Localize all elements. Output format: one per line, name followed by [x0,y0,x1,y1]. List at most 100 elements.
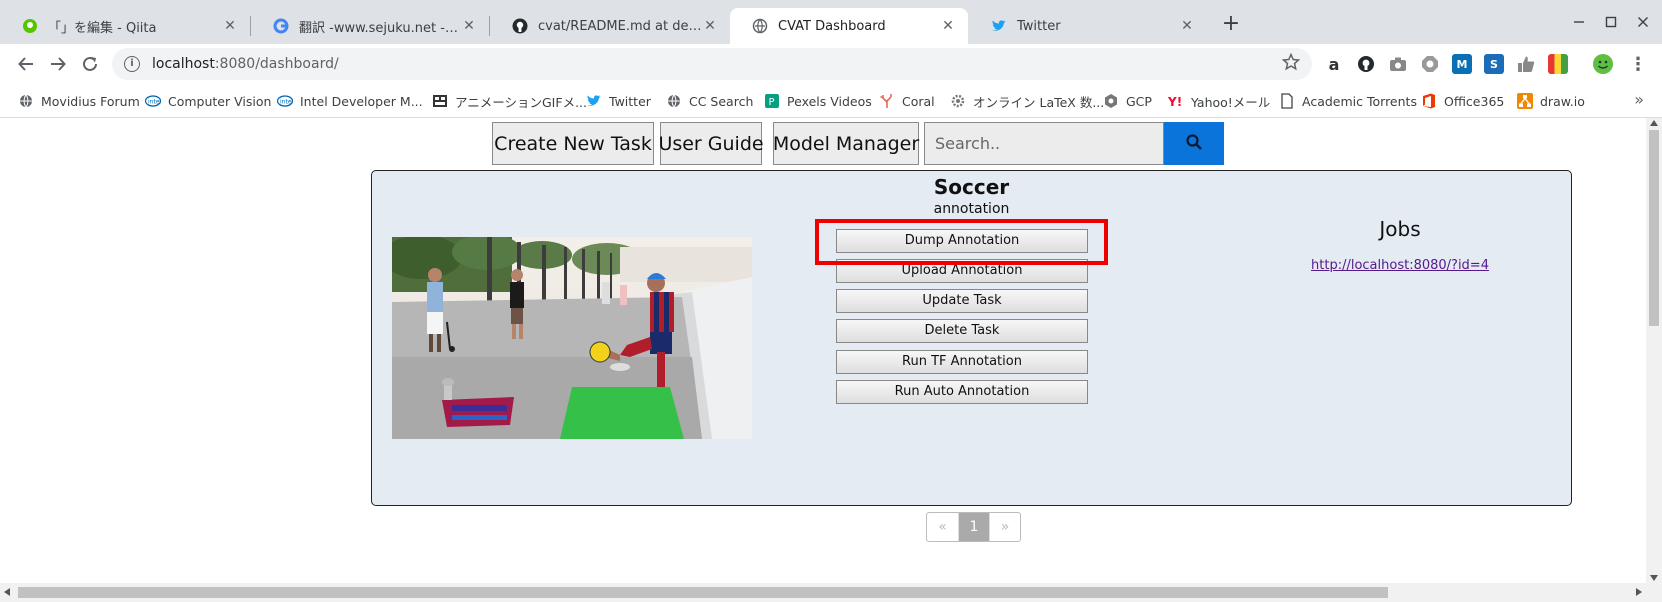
tab-cvat-dashboard[interactable]: CVAT Dashboard ✕ [730,8,968,44]
update-task-button[interactable]: Update Task [836,289,1088,313]
pagination-prev[interactable]: « [927,513,958,541]
camera-extension-icon[interactable] [1388,54,1408,74]
job-link[interactable]: http://localhost:8080/?id=4 [1266,258,1534,273]
vertical-scroll-thumb[interactable] [1649,130,1659,326]
scroll-up-arrow-icon[interactable] [1650,120,1658,126]
user-guide-button[interactable]: User Guide [658,122,764,165]
scroll-left-arrow-icon[interactable] [4,588,10,596]
horizontal-scrollbar[interactable] [0,583,1662,602]
yahoo-icon: Y! [1168,93,1184,109]
gear-icon [950,93,966,109]
bookmark-coral[interactable]: Coral [879,92,935,110]
bookmark-gif[interactable]: アニメーションGIFメ... [432,92,587,110]
window-close-icon[interactable] [1630,10,1656,36]
search-button[interactable] [1164,122,1224,165]
task-mode: annotation [933,201,1010,217]
pexels-icon: P [764,93,780,109]
minimize-icon[interactable] [1566,10,1592,36]
pagination-next[interactable]: » [989,513,1020,541]
s-extension-icon[interactable]: S [1484,54,1504,74]
pagination-page-current[interactable]: 1 [958,513,989,541]
menu-kebab-icon[interactable]: ⋮ [1628,54,1648,75]
bookmark-pexels-videos[interactable]: P Pexels Videos [764,92,872,110]
address-bar[interactable]: i localhost:8080/dashboard/ [112,48,1312,80]
tab-qiita[interactable]: 「」を編集 - Qiita ✕ [0,8,250,44]
bookmark-label: GCP [1126,93,1152,109]
back-arrow-icon[interactable] [12,50,40,78]
tab-title: 「」を編集 - Qiita [48,20,157,36]
close-icon[interactable]: ✕ [461,18,477,34]
github-icon [512,18,528,34]
bookmark-twitter[interactable]: Twitter [586,92,651,110]
close-icon[interactable]: ✕ [702,18,718,34]
bookmark-label: Twitter [609,93,651,109]
tab-strip: 「」を編集 - Qiita ✕ 翻訳 -www.sejuku.net - Goo… [0,0,1662,44]
delete-task-button[interactable]: Delete Task [836,319,1088,343]
url-path: :8080/dashboard/ [214,56,339,72]
dashboard-page: Create New Task User Guide Model Manager… [0,118,1646,583]
bookmark-cc-search[interactable]: CC Search [666,92,753,110]
m-extension-icon[interactable]: M [1452,54,1472,74]
url-host: localhost [152,56,215,72]
close-icon[interactable]: ✕ [1179,18,1195,34]
bookmark-computer-vision[interactable]: intel Computer Vision [145,92,271,110]
bookmark-label: Academic Torrents [1302,93,1417,109]
bookmark-intel-developer[interactable]: intel Intel Developer M... [277,92,423,110]
tab-title: 翻訳 -www.sejuku.net - Google 翻訳 [299,20,461,36]
browser-toolbar: i localhost:8080/dashboard/ a M S ⋮ [0,44,1662,84]
maximize-icon[interactable] [1598,10,1624,36]
tab-google-translate[interactable]: 翻訳 -www.sejuku.net - Google 翻訳 ✕ [251,8,489,44]
bookmark-academic-torrents[interactable]: Academic Torrents [1279,92,1417,110]
globe-icon [666,93,682,109]
twitter-icon [991,18,1007,34]
intel-icon: intel [277,93,293,109]
vertical-scrollbar[interactable] [1646,118,1662,583]
search-input[interactable]: Search.. [924,122,1164,165]
github-extension-icon[interactable] [1356,54,1376,74]
pagination: « 1 » [926,512,1021,542]
coral-icon [879,93,895,109]
bookmark-latex[interactable]: オンライン LaTeX 数... [950,92,1104,110]
bookmark-movidius-forum[interactable]: Movidius Forum [18,92,140,110]
bookmarks-overflow-button[interactable]: » [1634,90,1644,109]
horizontal-scroll-thumb[interactable] [18,587,1388,598]
scroll-right-arrow-icon[interactable] [1636,588,1642,596]
profile-avatar-icon[interactable] [1593,54,1613,74]
task-thumbnail-image[interactable] [392,237,752,439]
tab-twitter[interactable]: Twitter ✕ [969,8,1207,44]
bookmark-star-icon[interactable] [1281,52,1301,76]
octagon-extension-icon[interactable] [1420,54,1440,74]
bookmark-label: Computer Vision [168,93,272,109]
bookmark-gcp[interactable]: GCP [1103,92,1152,110]
reload-icon[interactable] [76,50,104,78]
forward-arrow-icon[interactable] [44,50,72,78]
info-icon[interactable]: i [124,56,140,72]
tab-title: CVAT Dashboard [778,18,886,34]
bookmark-drawio[interactable]: draw.io [1517,92,1585,110]
jobs-title: Jobs [1379,217,1421,241]
svg-text:Y!: Y! [1168,95,1182,108]
bookmark-label: CC Search [689,93,754,109]
bookmark-office365[interactable]: Office365 [1421,92,1504,110]
bookmark-yahoo-mail[interactable]: Y! Yahoo!メール [1168,92,1270,110]
close-icon[interactable]: ✕ [222,18,238,34]
tab-github[interactable]: cvat/README.md at develop · opencv/cvat … [490,8,730,44]
close-icon[interactable]: ✕ [940,18,956,34]
run-auto-annotation-button[interactable]: Run Auto Annotation [836,380,1088,404]
tab-title: cvat/README.md at develop · opencv/cvat [538,18,702,34]
model-manager-button[interactable]: Model Manager [773,122,919,165]
scroll-down-arrow-icon[interactable] [1650,575,1658,581]
gif-icon [432,93,448,109]
bookmark-label: Coral [902,93,935,109]
amazon-extension-icon[interactable]: a [1324,54,1344,74]
thumbs-up-extension-icon[interactable] [1516,54,1536,74]
intel-icon: intel [145,93,161,109]
bookmark-label: アニメーションGIFメ... [455,94,587,110]
run-tf-annotation-button[interactable]: Run TF Annotation [836,350,1088,374]
create-new-task-button[interactable]: Create New Task [492,122,654,165]
color-grid-extension-icon[interactable] [1548,54,1568,74]
new-tab-button[interactable]: + [1218,12,1244,38]
task-name: Soccer [933,175,1010,199]
bookmark-label: オンライン LaTeX 数... [973,94,1105,110]
task-panel: Soccer annotation Dump Annotation Upload… [371,170,1572,506]
